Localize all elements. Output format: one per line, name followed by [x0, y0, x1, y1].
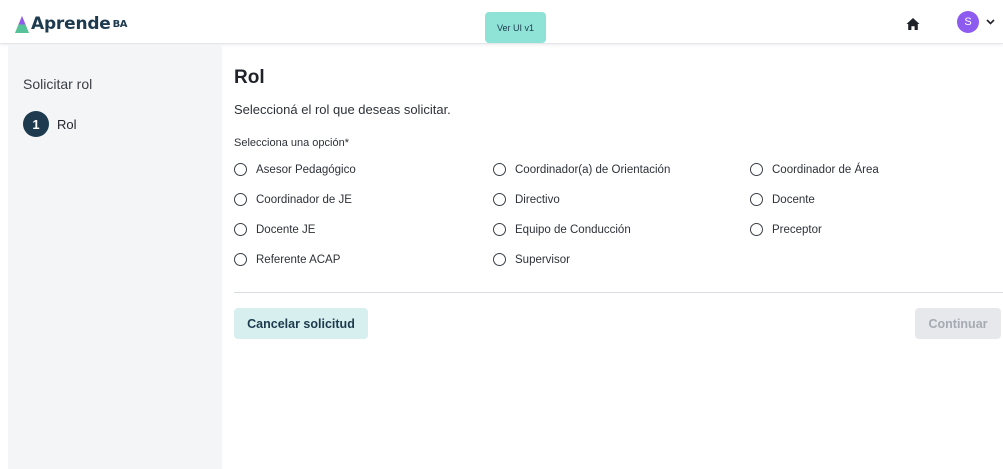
- role-field-label: Selecciona una opción*: [234, 137, 349, 149]
- radio-circle[interactable]: [234, 193, 247, 206]
- radio-option-label: Coordinador(a) de Orientación: [515, 163, 671, 176]
- radio-option-label: Coordinador de Área: [772, 163, 879, 176]
- radio-option-label: Docente: [772, 193, 815, 206]
- radio-option-coordinador-je[interactable]: Coordinador de JE: [234, 193, 352, 206]
- radio-option-label: Coordinador de JE: [256, 193, 352, 206]
- aprende-logo-mark: [15, 16, 29, 33]
- radio-circle[interactable]: [234, 223, 247, 236]
- radio-option-equipo-conduccion[interactable]: Equipo de Conducción: [493, 223, 631, 236]
- radio-circle[interactable]: [750, 223, 763, 236]
- top-navbar: Aprende BA Ver UI v1 S: [0, 0, 1003, 44]
- radio-option-preceptor[interactable]: Preceptor: [750, 223, 822, 236]
- radio-circle[interactable]: [750, 193, 763, 206]
- radio-option-referente-acap[interactable]: Referente ACAP: [234, 253, 340, 266]
- radio-option-coordinador-area[interactable]: Coordinador de Área: [750, 163, 879, 176]
- radio-option-label: Docente JE: [256, 223, 316, 236]
- radio-circle[interactable]: [493, 163, 506, 176]
- home-icon[interactable]: [905, 16, 921, 32]
- stepper-sidebar: Solicitar rol 1 Rol: [8, 45, 222, 469]
- chevron-down-icon[interactable]: [986, 19, 995, 25]
- radio-option-label: Directivo: [515, 193, 560, 206]
- user-avatar[interactable]: S: [957, 11, 979, 33]
- radio-option-docente[interactable]: Docente: [750, 193, 815, 206]
- logo-wordmark: Aprende: [31, 14, 111, 34]
- radio-circle[interactable]: [234, 163, 247, 176]
- cancel-request-button[interactable]: Cancelar solicitud: [234, 308, 368, 339]
- radio-option-label: Supervisor: [515, 253, 570, 266]
- continue-button[interactable]: Continuar: [915, 308, 1001, 339]
- radio-option-docente-je[interactable]: Docente JE: [234, 223, 315, 236]
- step-label: Rol: [57, 116, 77, 132]
- radio-option-label: Asesor Pedagógico: [256, 163, 356, 176]
- sidebar-title: Solicitar rol: [23, 76, 93, 92]
- radio-circle[interactable]: [493, 253, 506, 266]
- radio-circle[interactable]: [234, 253, 247, 266]
- radio-circle[interactable]: [493, 223, 506, 236]
- logo-ba-suffix: BA: [112, 19, 128, 30]
- radio-circle[interactable]: [750, 163, 763, 176]
- main-content: Rol Seleccioná el rol que deseas solicit…: [234, 45, 1003, 469]
- radio-option-coordinador-orientacion[interactable]: Coordinador(a) de Orientación: [493, 163, 670, 176]
- radio-circle[interactable]: [493, 193, 506, 206]
- radio-option-label: Referente ACAP: [256, 253, 341, 266]
- version-toggle-button[interactable]: Ver UI v1: [485, 12, 546, 43]
- radio-option-supervisor[interactable]: Supervisor: [493, 253, 570, 266]
- radio-option-asesor-pedagogico[interactable]: Asesor Pedagógico: [234, 163, 356, 176]
- page-subtitle: Seleccioná el rol que deseas solicitar.: [234, 102, 451, 117]
- radio-option-label: Preceptor: [772, 223, 822, 236]
- aprende-logo[interactable]: Aprende BA: [14, 12, 128, 34]
- step-item-rol[interactable]: 1 Rol: [23, 111, 77, 137]
- page-title: Rol: [234, 67, 265, 88]
- section-divider: [234, 292, 1003, 293]
- step-number-badge: 1: [23, 111, 49, 137]
- radio-option-label: Equipo de Conducción: [515, 223, 631, 236]
- radio-option-directivo[interactable]: Directivo: [493, 193, 560, 206]
